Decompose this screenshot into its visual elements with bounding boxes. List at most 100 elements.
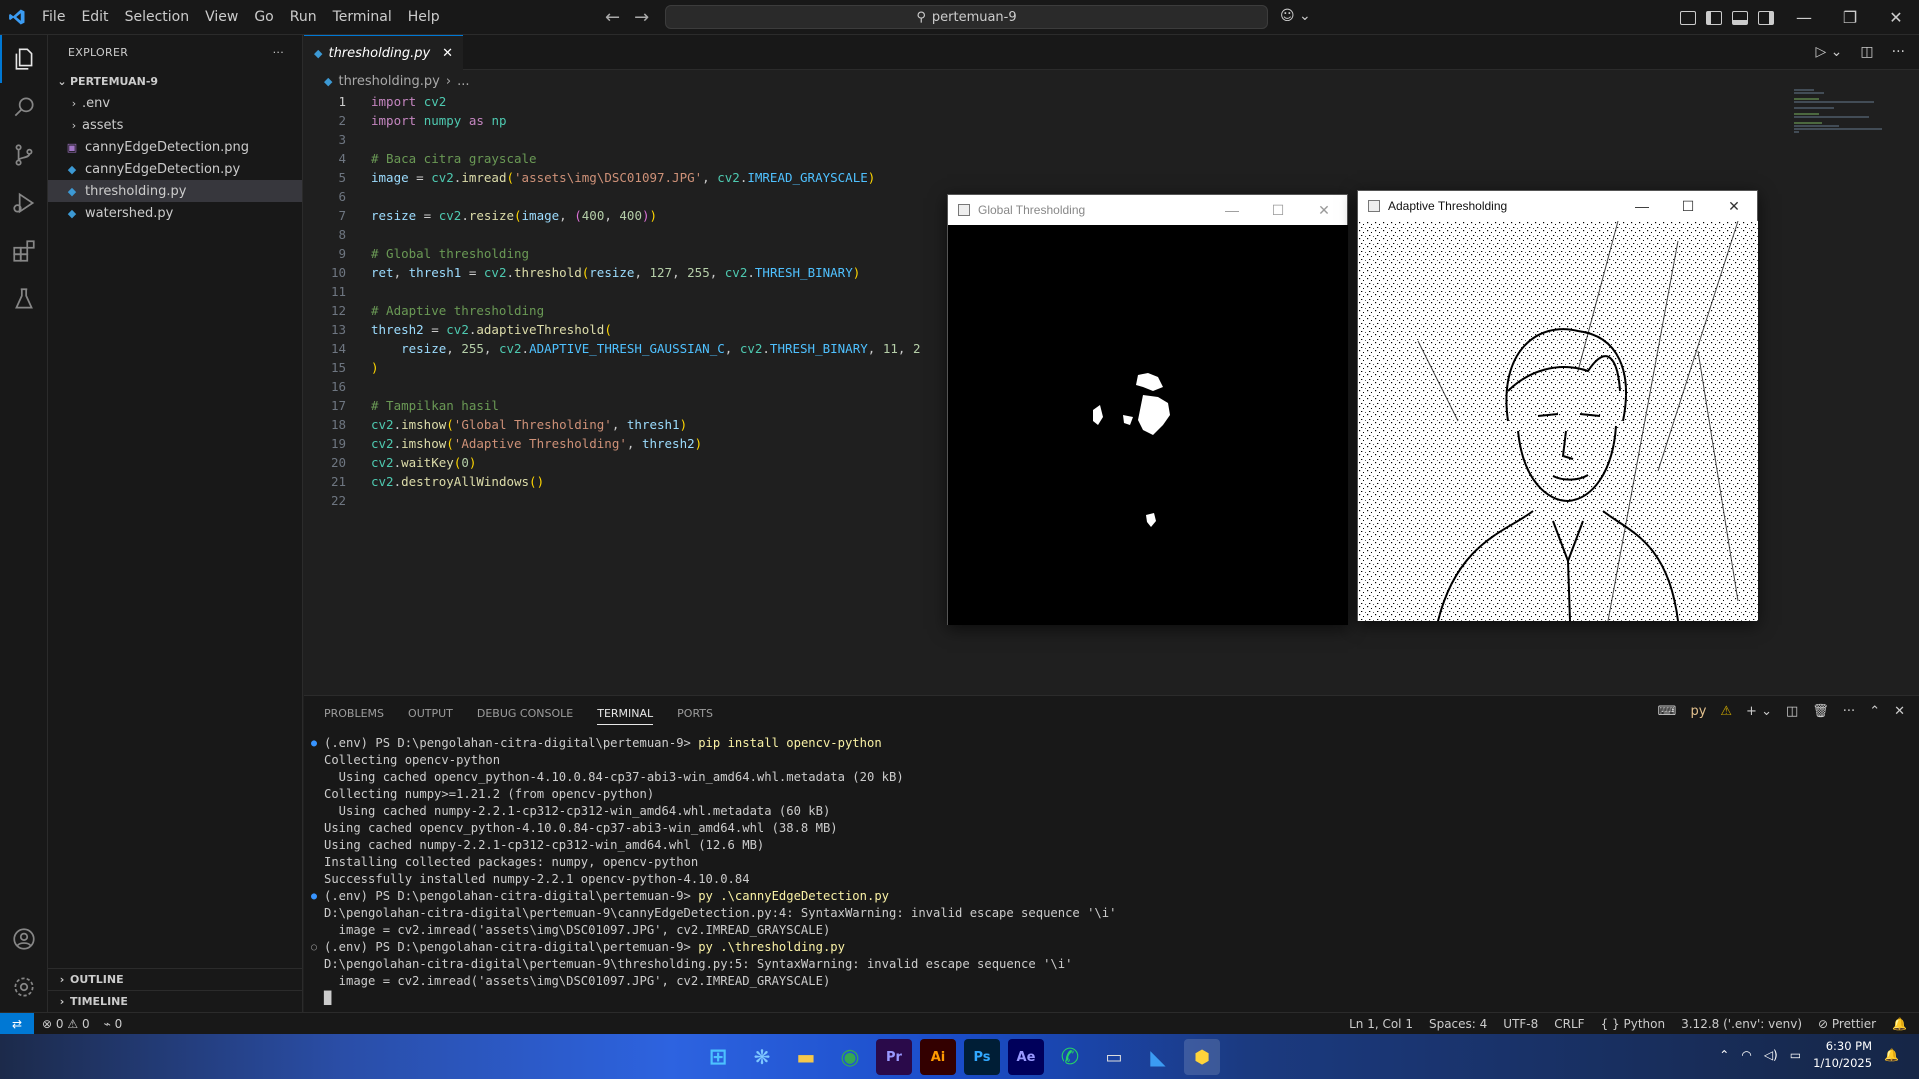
menu-edit[interactable]: Edit: [73, 0, 116, 35]
global-thresholding-window[interactable]: Global Thresholding — ☐ ✕: [947, 194, 1348, 625]
shell-label[interactable]: py: [1690, 704, 1706, 719]
vscode-taskbar-icon[interactable]: ◣: [1140, 1039, 1176, 1075]
minimize-icon[interactable]: —: [1781, 0, 1827, 35]
maximize-icon[interactable]: ☐: [1665, 198, 1711, 215]
volume-icon[interactable]: ◁): [1764, 1048, 1778, 1062]
code-line: import cv2: [371, 94, 447, 109]
forward-arrow-icon[interactable]: →: [634, 7, 649, 28]
more-actions-icon[interactable]: ···: [1892, 44, 1905, 60]
indentation[interactable]: Spaces: 4: [1429, 1017, 1487, 1031]
tab-output[interactable]: OUTPUT: [408, 707, 453, 720]
new-terminal-icon[interactable]: + ⌄: [1746, 704, 1772, 719]
cursor-position[interactable]: Ln 1, Col 1: [1349, 1017, 1413, 1031]
file-canny-py[interactable]: ◆ cannyEdgeDetection.py: [48, 158, 302, 180]
timeline-section[interactable]: › TIMELINE: [48, 990, 303, 1012]
end-of-line[interactable]: CRLF: [1554, 1017, 1584, 1031]
start-menu-icon[interactable]: ⊞: [700, 1039, 736, 1075]
terminal-output[interactable]: ● (.env) PS D:\pengolahan-citra-digital\p…: [304, 735, 1904, 1007]
maximize-icon[interactable]: ☐: [1255, 202, 1301, 219]
customize-layout-icon[interactable]: [1680, 10, 1696, 25]
remote-icon[interactable]: ⇄: [0, 1012, 34, 1035]
command-center-search[interactable]: ⚲ pertemuan-9: [665, 5, 1268, 29]
testing-icon[interactable]: [0, 275, 48, 323]
close-icon[interactable]: ✕: [1711, 198, 1757, 215]
copilot-icon[interactable]: ☺ ⌄: [1280, 8, 1311, 24]
file-canny-png[interactable]: ▣ cannyEdgeDetection.png: [48, 136, 302, 158]
notification-bell-icon[interactable]: 🔔: [1884, 1048, 1899, 1062]
toggle-panel-icon[interactable]: [1732, 10, 1748, 25]
minimap[interactable]: [1794, 89, 1884, 149]
encoding[interactable]: UTF-8: [1503, 1017, 1538, 1031]
toggle-primary-sidebar-icon[interactable]: [1706, 10, 1722, 25]
menu-help[interactable]: Help: [400, 0, 448, 35]
close-panel-icon[interactable]: ✕: [1894, 704, 1905, 719]
premiere-icon[interactable]: Pr: [876, 1039, 912, 1075]
wifi-icon[interactable]: ◠: [1741, 1048, 1751, 1062]
tab-debug-console[interactable]: DEBUG CONSOLE: [477, 707, 573, 720]
more-actions-icon[interactable]: ···: [1843, 704, 1855, 719]
close-icon[interactable]: ✕: [1873, 0, 1919, 35]
explorer-icon[interactable]: [0, 35, 48, 83]
window-titlebar[interactable]: Adaptive Thresholding — ☐ ✕: [1358, 191, 1757, 221]
window-titlebar[interactable]: Global Thresholding — ☐ ✕: [948, 195, 1347, 225]
whatsapp-icon[interactable]: ✆: [1052, 1039, 1088, 1075]
problems-status[interactable]: ⊗ 0 ⚠ 0: [42, 1017, 90, 1031]
run-debug-icon[interactable]: [0, 179, 48, 227]
search-icon[interactable]: [0, 83, 48, 131]
terminal-shell-icon[interactable]: ⌨: [1658, 704, 1677, 719]
close-tab-icon[interactable]: ✕: [442, 46, 453, 61]
ports-status[interactable]: ⌁ 0: [104, 1017, 123, 1031]
tab-terminal[interactable]: TERMINAL: [597, 707, 654, 725]
extensions-icon[interactable]: [0, 227, 48, 275]
split-editor-icon[interactable]: ◫: [1860, 44, 1873, 60]
split-terminal-icon[interactable]: ◫: [1786, 704, 1798, 719]
minimize-icon[interactable]: —: [1619, 198, 1665, 215]
trash-icon[interactable]: 🗑: [1812, 704, 1829, 719]
tab-problems[interactable]: PROBLEMS: [324, 707, 384, 720]
tab-ports[interactable]: PORTS: [677, 707, 713, 720]
menu-view[interactable]: View: [197, 0, 246, 35]
close-icon[interactable]: ✕: [1301, 202, 1347, 219]
folder-env[interactable]: › .env: [48, 92, 302, 114]
maximize-panel-icon[interactable]: ⌃: [1869, 704, 1880, 719]
workspace-root[interactable]: ⌄ PERTEMUAN-9: [48, 70, 302, 92]
breadcrumb-more[interactable]: ...: [457, 74, 469, 89]
adaptive-thresholding-window[interactable]: Adaptive Thresholding — ☐ ✕: [1357, 190, 1758, 621]
more-actions-icon[interactable]: ···: [273, 46, 284, 59]
toggle-secondary-sidebar-icon[interactable]: [1758, 10, 1774, 25]
source-control-icon[interactable]: [0, 131, 48, 179]
menu-file[interactable]: File: [34, 0, 73, 35]
menu-selection[interactable]: Selection: [117, 0, 198, 35]
illustrator-icon[interactable]: Ai: [920, 1039, 956, 1075]
breadcrumb-file[interactable]: thresholding.py: [338, 74, 439, 89]
settings-gear-icon[interactable]: [0, 963, 48, 1011]
run-file-icon[interactable]: ▷ ⌄: [1815, 44, 1842, 60]
notifications-bell-icon[interactable]: 🔔: [1892, 1017, 1907, 1031]
after-effects-icon[interactable]: Ae: [1008, 1039, 1044, 1075]
file-thresholding-py[interactable]: ◆ thresholding.py: [48, 180, 302, 202]
restore-icon[interactable]: ❐: [1827, 0, 1873, 35]
tab-thresholding[interactable]: ◆ thresholding.py ✕: [304, 35, 464, 70]
folder-assets[interactable]: › assets: [48, 114, 302, 136]
outline-section[interactable]: › OUTLINE: [48, 968, 303, 990]
photoshop-icon[interactable]: Ps: [964, 1039, 1000, 1075]
account-icon[interactable]: [0, 915, 48, 963]
battery-icon[interactable]: ▭: [1790, 1048, 1801, 1062]
back-arrow-icon[interactable]: ←: [605, 7, 620, 28]
python-interpreter[interactable]: 3.12.8 ('.env': venv): [1681, 1017, 1802, 1031]
language-mode[interactable]: { } Python: [1601, 1017, 1666, 1031]
prettier-status[interactable]: ⊘ Prettier: [1818, 1017, 1876, 1031]
python-taskbar-icon[interactable]: ⬢: [1184, 1039, 1220, 1075]
menu-go[interactable]: Go: [246, 0, 281, 35]
chevron-up-icon[interactable]: ⌃: [1719, 1048, 1729, 1062]
copilot-app-icon[interactable]: ❋: [744, 1039, 780, 1075]
chrome-icon[interactable]: ◉: [832, 1039, 868, 1075]
clock[interactable]: 6:30 PM 1/10/2025: [1813, 1038, 1872, 1072]
minimize-icon[interactable]: —: [1209, 202, 1255, 219]
file-watershed-py[interactable]: ◆ watershed.py: [48, 202, 302, 224]
terminal-app-icon[interactable]: ▭: [1096, 1039, 1132, 1075]
menu-run[interactable]: Run: [282, 0, 325, 35]
file-explorer-icon[interactable]: ▬: [788, 1039, 824, 1075]
menu-terminal[interactable]: Terminal: [325, 0, 400, 35]
code-line: resize = cv2.resize(image, (400, 400)): [371, 208, 658, 223]
